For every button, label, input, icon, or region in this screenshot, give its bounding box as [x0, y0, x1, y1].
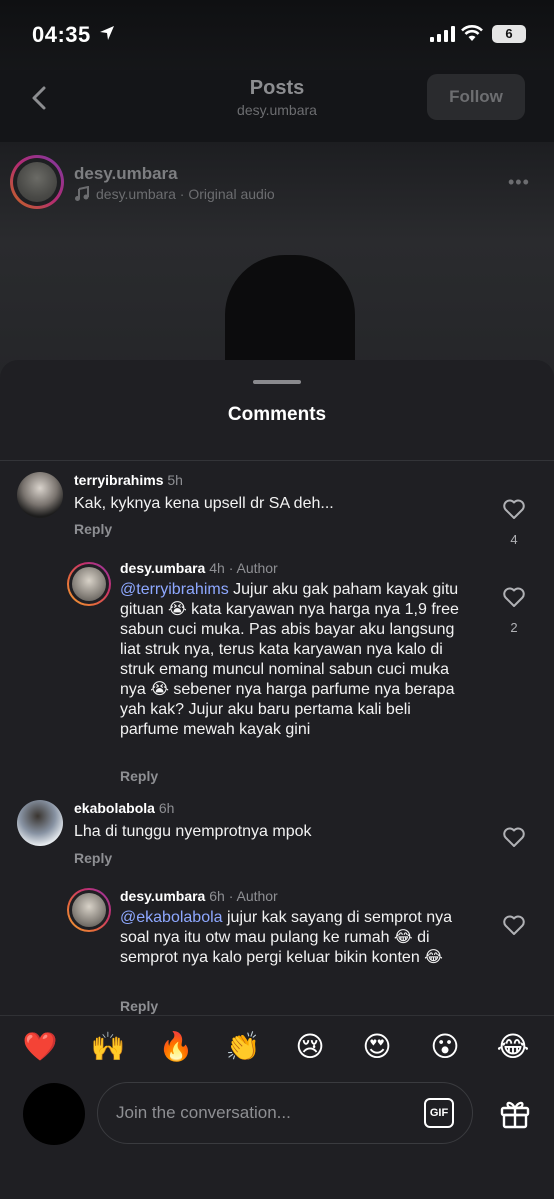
comments-title: Comments: [227, 404, 327, 425]
post-header: desy.umbara desy.umbara · Original audio…: [0, 152, 554, 212]
gif-button[interactable]: GIF: [424, 1098, 454, 1128]
gift-icon[interactable]: [499, 1097, 531, 1129]
comment-username[interactable]: ekabolabola 6h: [74, 800, 174, 816]
like-count: 4: [510, 532, 518, 547]
audio-label: desy.umbara · Original audio: [96, 186, 275, 202]
reaction-heart-eyes[interactable]: 😍: [357, 1030, 397, 1063]
comment-time: 4h · Author: [209, 560, 278, 576]
comment-text: Kak, kyknya kena upsell dr SA deh...: [74, 495, 334, 512]
cellular-signal-icon: [430, 26, 455, 42]
comment-time: 6h · Author: [209, 888, 278, 904]
reaction-raising-hands[interactable]: 🙌: [88, 1030, 128, 1063]
comment-item: desy.umbara 6h · Author @ekabolabola juj…: [0, 884, 554, 1016]
comment-composer: Join the conversation... GIF: [0, 1079, 554, 1199]
post-username[interactable]: desy.umbara: [74, 164, 178, 184]
sheet-grabber[interactable]: [253, 380, 301, 384]
reaction-clap[interactable]: 👏: [223, 1030, 263, 1063]
post-author-avatar[interactable]: [10, 155, 64, 209]
comment-item: desy.umbara 4h · Author @terryibrahims J…: [0, 556, 554, 786]
like-heart-icon[interactable]: [502, 498, 526, 520]
comment-input-placeholder: Join the conversation...: [116, 1103, 291, 1122]
mention-link[interactable]: @ekabolabola: [120, 909, 223, 926]
commenter-avatar[interactable]: [17, 800, 63, 846]
comment-username[interactable]: terryibrahims 5h: [74, 472, 183, 488]
reply-button[interactable]: Reply: [120, 998, 158, 1014]
reaction-surprised[interactable]: 😮: [425, 1030, 465, 1063]
location-arrow-icon: [100, 26, 114, 40]
commenter-avatar[interactable]: [67, 888, 111, 932]
battery-indicator: 6: [492, 25, 526, 43]
like-heart-icon[interactable]: [502, 914, 526, 936]
follow-button[interactable]: Follow: [427, 74, 525, 120]
reply-button[interactable]: Reply: [74, 850, 112, 866]
divider: [0, 460, 554, 461]
wifi-icon: [461, 25, 483, 41]
comment-input[interactable]: Join the conversation... GIF: [97, 1082, 473, 1144]
quick-reactions-bar: ❤️ 🙌 🔥 👏 😢 😍 😮 😂: [0, 1015, 554, 1080]
navigation-bar: Posts desy.umbara Follow: [0, 70, 554, 142]
reaction-crying[interactable]: 😢: [290, 1030, 330, 1063]
mention-link[interactable]: @terryibrahims: [120, 581, 229, 598]
reply-button[interactable]: Reply: [74, 521, 112, 537]
reaction-laughing[interactable]: 😂: [493, 1030, 533, 1063]
music-note-icon: [75, 186, 89, 201]
post-audio-info[interactable]: desy.umbara · Original audio: [74, 186, 275, 202]
status-bar: 04:35 6: [0, 0, 554, 70]
commenter-avatar[interactable]: [67, 562, 111, 606]
reply-button[interactable]: Reply: [120, 768, 158, 784]
video-subject: [225, 255, 355, 375]
comment-text: @terryibrahims Jujur aku gak paham kayak…: [120, 581, 459, 738]
like-heart-icon[interactable]: [502, 826, 526, 848]
current-user-avatar: [23, 1083, 85, 1145]
more-options-icon[interactable]: •••: [508, 172, 530, 193]
comment-time: 6h: [158, 800, 175, 816]
comment-text: Lha di tunggu nyemprotnya mpok: [74, 823, 312, 840]
comment-item: terryibrahims 5h Kak, kyknya kena upsell…: [0, 468, 554, 548]
status-time: 04:35: [32, 22, 91, 47]
reaction-heart[interactable]: ❤️: [20, 1030, 60, 1063]
comment-item: ekabolabola 6h Lha di tunggu nyemprotnya…: [0, 796, 554, 872]
comment-time: 5h: [167, 472, 183, 488]
like-count: 2: [510, 620, 518, 635]
commenter-avatar[interactable]: [17, 472, 63, 518]
comment-username[interactable]: desy.umbara 6h · Author: [120, 888, 278, 904]
like-heart-icon[interactable]: [502, 586, 526, 608]
comment-username[interactable]: desy.umbara 4h · Author: [120, 560, 278, 576]
comment-text: @ekabolabola jujur kak sayang di semprot…: [120, 909, 452, 966]
reaction-fire[interactable]: 🔥: [156, 1030, 196, 1063]
